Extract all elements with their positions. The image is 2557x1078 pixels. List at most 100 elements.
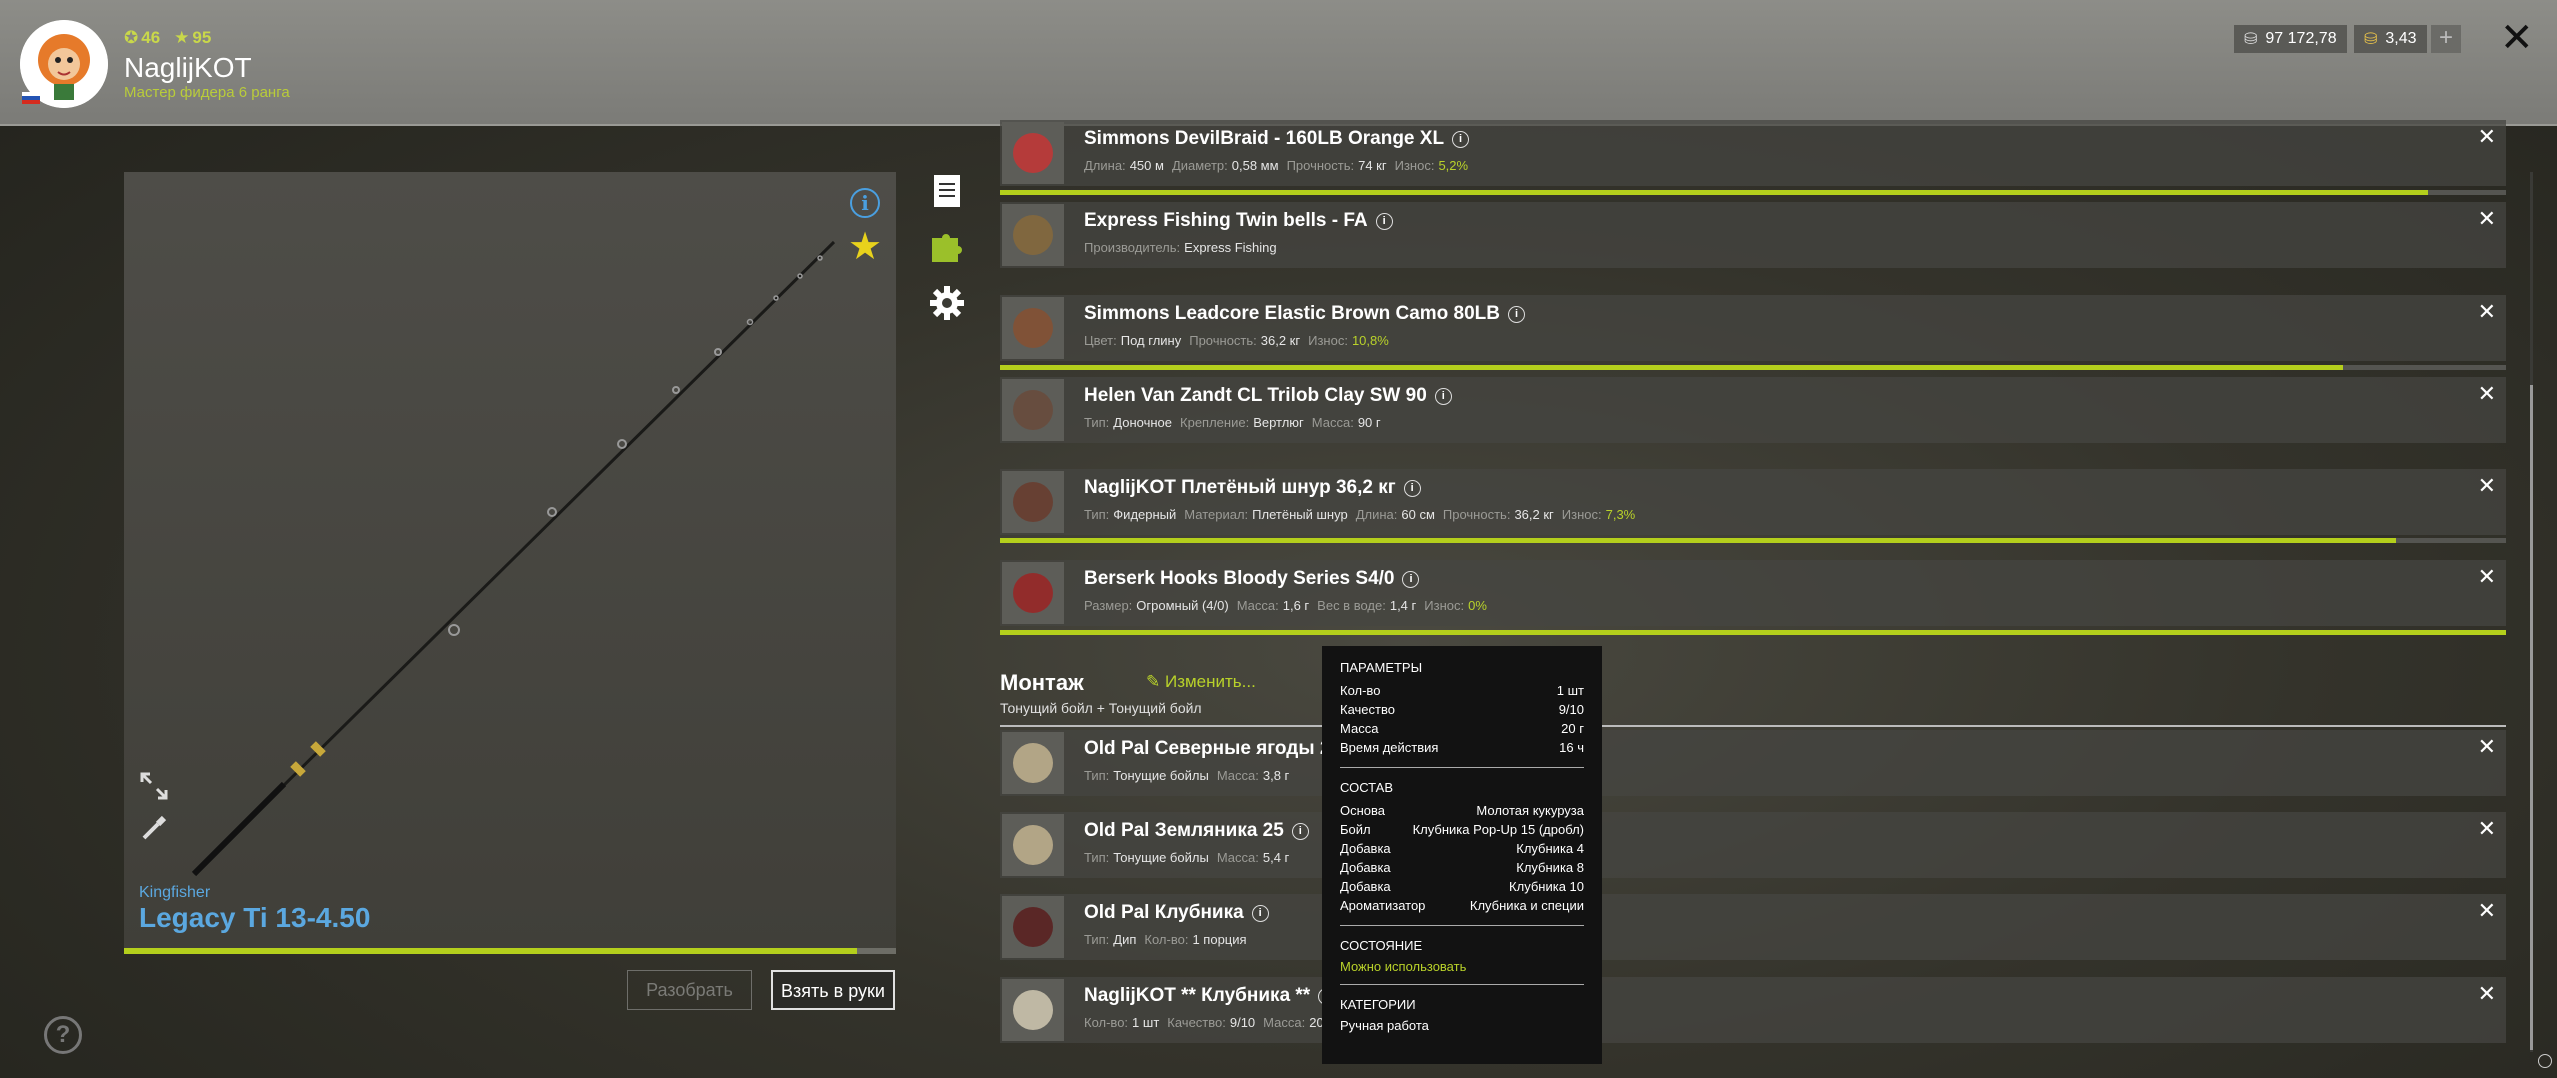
property-label: Вес в воде: [1317,598,1386,613]
info-icon[interactable]: i [1434,388,1452,405]
item-properties: Длина: 450 м Диаметр: 0,58 мм Прочность: 74 к… [1084,158,1476,173]
tooltip-row-value: Клубника 4 [1516,841,1584,856]
item-thumbnail [1002,122,1064,184]
close-icon[interactable]: ✕ [2500,18,2534,58]
tooltip-row: Кол-во 1 шт [1340,681,1584,700]
list-item[interactable]: Simmons DevilBraid - 160LB Orange XL i Дли… [1000,120,2506,186]
item-properties: Тип: Дип Кол-во: 1 порция [1084,932,1255,947]
silver-coin-icon: ⛁ [2244,31,2258,48]
property-value: Express Fishing [1184,240,1277,255]
list-item[interactable]: Simmons Leadcore Elastic Brown Camo 80LB… [1000,295,2506,361]
remove-item-icon[interactable]: ✕ [2478,816,2496,842]
expand-icon[interactable] [138,770,170,802]
property-value: Тонущие бойлы [1113,768,1209,783]
item-properties: Размер: Огромный (4/0) Масса: 1,6 г Вес в во… [1084,598,1495,613]
disassemble-button[interactable]: Разобрать [627,970,752,1010]
info-icon[interactable]: i [1452,131,1470,148]
tooltip-row: Масса 20 г [1340,719,1584,738]
property-value: 1,4 г [1389,598,1417,613]
remove-item-icon[interactable]: ✕ [2478,206,2496,232]
remove-item-icon[interactable]: ✕ [2478,734,2496,760]
property-label: Производитель: [1084,240,1181,255]
rod-wear-bar [124,948,896,954]
info-icon[interactable]: i [1291,823,1309,840]
info-icon[interactable]: i [1402,571,1420,588]
montage-title: Монтаж [1000,670,1084,695]
item-tooltip: ПАРАМЕТРЫ Кол-во 1 шт Качество 9/10 Масса 20 … [1322,646,1602,1064]
list-item[interactable]: Express Fishing Twin bells - FA i Производ… [1000,202,2506,268]
montage-edit-label: Изменить... [1164,672,1256,691]
list-item[interactable]: Old Pal Северные ягоды 20iТип:Тонущие бо… [1000,730,2506,796]
info-icon[interactable]: i [1403,480,1421,497]
help-icon[interactable]: ? [44,1016,82,1054]
property-value: 1 шт [1132,1015,1160,1030]
info-icon[interactable]: i [1508,306,1526,323]
notes-icon[interactable] [928,172,966,210]
info-icon[interactable]: i [850,188,880,218]
item-thumbnail [1002,814,1064,876]
item-properties: Тип: Тонущие бойлы Масса: 3,8 г [1084,768,1297,783]
rod-name: Legacy Ti 13-4.50 [139,902,371,933]
remove-item-icon[interactable]: ✕ [2478,564,2496,590]
tooltip-row-value: 9/10 [1558,702,1584,717]
gold-balance: ⛁ 3,43 [2354,25,2427,53]
list-item[interactable]: Berserk Hooks Bloody Series S4/0 i Размер:… [1000,560,2506,626]
tooltip-row-value: Молотая кукуруза [1476,803,1584,818]
profile-header: ✪ 46 ★ 95 NaglijKOT Мастер фидера 6 ранга … [0,0,2557,126]
list-item[interactable]: Old Pal Земляника 25 i Тип: Тонущие бойлы Ма… [1000,812,2506,878]
item-properties: Производитель: Express Fishing [1084,240,1285,255]
tooltip-row: Добавка Клубника 10 [1340,877,1584,896]
settings-small-icon[interactable] [2538,1054,2552,1068]
item-title-text: NaglijKOT ** Клубника ** [1084,985,1311,1006]
remove-item-icon[interactable]: ✕ [2478,381,2496,407]
add-gold-button[interactable]: + [2431,25,2461,53]
property-value: 36,2 кг [1514,507,1554,522]
property-value: 9/10 [1229,1015,1256,1030]
item-title: Simmons Leadcore Elastic Brown Camo 80LB… [1084,303,1526,325]
scrollbar-thumb[interactable] [2530,385,2533,1050]
property-label: Длина: [1355,507,1398,522]
brush-icon[interactable] [138,812,170,844]
property-label: Износ: [1394,158,1435,173]
stat-a: 46 [141,28,161,47]
silver-balance: ⛁ 97 172,78 [2234,25,2347,53]
tooltip-row-value: 16 ч [1559,740,1584,755]
tooltip-row-value: 20 г [1561,721,1584,736]
list-item[interactable]: NaglijKOT Плетёный шнур 36,2 кг i Тип: Фиде… [1000,469,2506,535]
item-title-text: Old Pal Земляника 25 [1084,820,1284,841]
item-properties: Тип: Доночное Крепление: Вертлюг Масса: 90 г [1084,415,1389,430]
list-item[interactable]: Old Pal Клубника i Тип: Дип Кол-во: 1 порция ✕ [1000,894,2506,960]
item-thumbnail [1002,297,1064,359]
item-title: Old Pal Клубника i [1084,902,1269,924]
list-item[interactable]: Helen Van Zandt CL Trilob Clay SW 90 i Тип… [1000,377,2506,443]
gear-icon[interactable] [928,284,966,322]
take-in-hands-button[interactable]: Взять в руки [771,970,895,1010]
property-label: Тип: [1084,507,1110,522]
remove-item-icon[interactable]: ✕ [2478,124,2496,150]
montage-edit-button[interactable]: ✎ Изменить... [1146,672,1256,692]
property-value: 90 г [1357,415,1381,430]
item-properties: Тип: Тонущие бойлы Масса: 5,4 г [1084,850,1297,865]
remove-item-icon[interactable]: ✕ [2478,473,2496,499]
property-label: Прочность: [1286,158,1355,173]
remove-item-icon[interactable]: ✕ [2478,898,2496,924]
rank-label: Мастер фидера 6 ранга [124,84,290,101]
gold-coin-icon: ⛁ [2364,31,2378,48]
item-title: Helen Van Zandt CL Trilob Clay SW 90 i [1084,385,1452,407]
list-item[interactable]: NaglijKOT ** Клубника **i Кол-во:1 шт Каче… [1000,977,2506,1043]
info-icon[interactable]: i [1375,213,1393,230]
remove-item-icon[interactable]: ✕ [2478,299,2496,325]
item-title-text: Berserk Hooks Bloody Series S4/0 [1084,568,1395,589]
item-title-text: Simmons Leadcore Elastic Brown Camo 80LB [1084,303,1501,324]
item-title: NaglijKOT ** Клубника **i [1084,985,1336,1007]
tooltip-row: Время действия 16 ч [1340,738,1584,757]
item-title: Old Pal Земляника 25 i [1084,820,1309,842]
tooltip-categories-value: Ручная работа [1340,1018,1429,1033]
puzzle-icon[interactable] [928,228,966,266]
star-icon[interactable]: ★ [848,224,882,269]
rod-image [191,240,836,877]
item-title-text: Old Pal Северные ягоды 20 [1084,738,1341,759]
property-label: Износ: [1561,507,1602,522]
info-icon[interactable]: i [1251,905,1269,922]
remove-item-icon[interactable]: ✕ [2478,981,2496,1007]
